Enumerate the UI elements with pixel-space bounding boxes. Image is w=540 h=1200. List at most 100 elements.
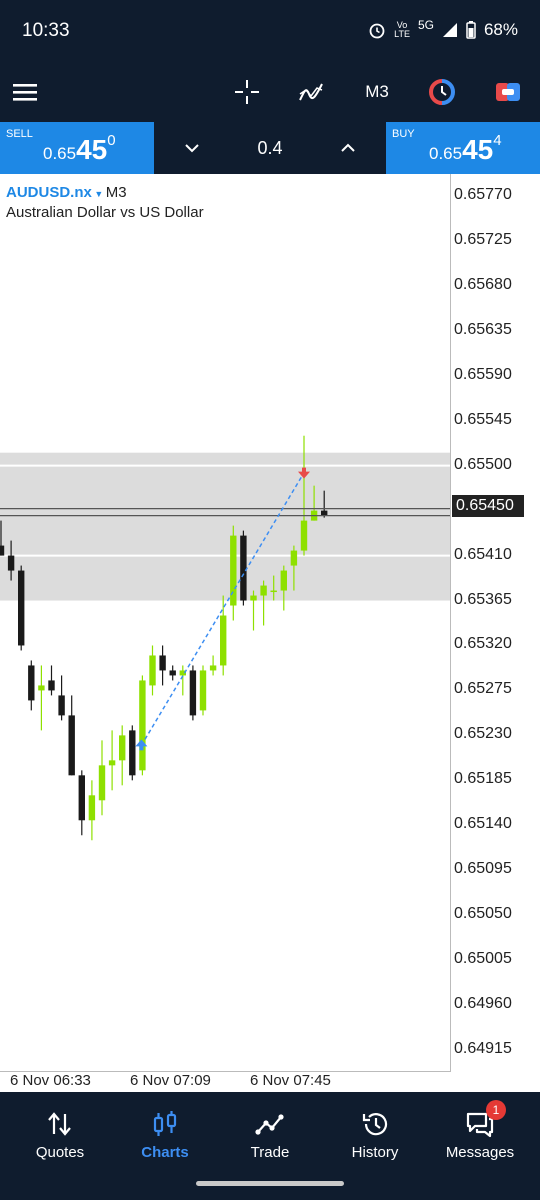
price-chart[interactable]: AUDUSD.nx ▼ M3 Australian Dollar vs US D… <box>0 174 540 1092</box>
candle <box>139 675 146 776</box>
nav-messages[interactable]: 1 Messages <box>428 1092 532 1172</box>
candle-body <box>78 775 85 821</box>
buy-price: 0.65454 <box>429 132 502 166</box>
candle <box>209 655 217 676</box>
network-type: 5G <box>417 18 434 32</box>
status-icons: Vo LTE 5G 68% <box>368 18 518 40</box>
price-tick-label: 0.65500 <box>454 455 512 473</box>
nav-label: History <box>351 1144 399 1161</box>
one-click-trade-panel: SELL 0.65450 0.4 BUY 0.65454 <box>0 122 540 174</box>
sell-price: 0.65450 <box>43 132 116 166</box>
candle <box>129 725 136 781</box>
candle-body <box>159 655 166 671</box>
candle-body <box>58 695 65 716</box>
candle-body <box>129 730 136 776</box>
battery-icon <box>466 21 476 39</box>
candle <box>88 780 96 841</box>
one-click-trading-icon <box>429 79 455 105</box>
sell-price-fraction: 0 <box>107 132 116 149</box>
quotes-icon <box>48 1112 71 1136</box>
candle-body <box>290 550 298 566</box>
buy-price-pips: 45 <box>462 134 494 165</box>
volte-icon: Vo LTE <box>394 20 410 39</box>
candle <box>98 740 106 816</box>
dropdown-arrow-icon: ▼ <box>91 189 106 199</box>
one-click-trading-button[interactable] <box>424 62 460 122</box>
price-tick-label: 0.65095 <box>454 860 512 878</box>
candle-body <box>250 595 257 601</box>
nav-trade[interactable]: Trade <box>218 1092 322 1172</box>
crosshair-button[interactable] <box>228 62 266 122</box>
status-bar: 10:33 Vo LTE 5G 68% <box>0 0 540 62</box>
candle <box>58 675 65 721</box>
candle-body <box>189 670 197 716</box>
nav-history[interactable]: History <box>323 1092 427 1172</box>
candle <box>38 665 45 731</box>
signal-icon <box>442 23 457 37</box>
candle <box>169 665 176 681</box>
candle <box>240 530 247 606</box>
candle-body <box>300 520 308 551</box>
candle-body <box>18 570 25 646</box>
time-tick-label: 6 Nov 07:45 <box>250 1072 331 1089</box>
buy-price-fraction: 4 <box>493 132 502 149</box>
indicators-button[interactable] <box>292 62 330 122</box>
price-tick-label: 0.65725 <box>454 230 512 248</box>
current-price-label: 0.65450 <box>452 495 524 517</box>
symbol-timeframe: M3 <box>105 184 127 201</box>
candle <box>220 595 227 676</box>
nav-label: Trade <box>250 1144 290 1161</box>
candle <box>78 770 85 836</box>
history-icon <box>362 1113 388 1136</box>
candle <box>179 665 186 696</box>
chart-toolbar: M3 <box>0 62 540 122</box>
candle <box>189 665 197 721</box>
nav-quotes[interactable]: Quotes <box>8 1092 112 1172</box>
nav-label: Quotes <box>35 1144 85 1161</box>
timeframe-button[interactable]: M3 <box>356 62 398 122</box>
menu-button[interactable] <box>8 62 42 122</box>
candle <box>250 590 257 631</box>
candle-body <box>270 590 277 593</box>
candle-body <box>321 510 328 516</box>
candle-body <box>139 680 146 771</box>
price-tick-label: 0.65590 <box>454 365 512 383</box>
indicator-icon <box>299 83 323 101</box>
candle-body <box>88 795 96 821</box>
charts-icon <box>153 1111 177 1136</box>
symbol-name[interactable]: AUDUSD.nx <box>6 184 92 201</box>
new-order-button[interactable] <box>490 62 526 122</box>
sell-price-pips: 45 <box>76 134 108 165</box>
price-tick-label: 0.65005 <box>454 950 512 968</box>
candle <box>108 730 116 791</box>
gesture-handle[interactable] <box>196 1181 344 1186</box>
nav-charts[interactable]: Charts <box>113 1092 217 1172</box>
price-tick-label: 0.64915 <box>454 1040 512 1058</box>
buy-button[interactable]: BUY 0.65454 <box>386 122 540 174</box>
candle-body <box>28 665 35 701</box>
buy-price-prefix: 0.65 <box>429 144 463 163</box>
status-time: 10:33 <box>22 20 70 41</box>
candle-body <box>108 760 116 766</box>
candle-body <box>0 545 5 556</box>
candle <box>260 580 267 626</box>
candle <box>199 665 207 716</box>
time-tick-label: 6 Nov 07:09 <box>130 1072 211 1089</box>
candle-body <box>209 665 217 671</box>
volume-increase-button[interactable] <box>336 136 360 160</box>
hamburger-menu-icon <box>13 84 37 101</box>
candle-body <box>38 685 45 691</box>
candle <box>280 565 287 611</box>
new-order-icon <box>496 83 520 101</box>
price-zone <box>0 452 450 601</box>
candle-body <box>7 555 15 571</box>
candle-body <box>240 535 247 601</box>
price-tick-label: 0.65770 <box>454 185 512 203</box>
price-tick-label: 0.65320 <box>454 635 512 653</box>
volume-control: 0.4 <box>156 122 384 174</box>
sell-button[interactable]: SELL 0.65450 <box>0 122 154 174</box>
candle-body <box>220 615 227 666</box>
price-tick-label: 0.65050 <box>454 905 512 923</box>
candle-body <box>260 585 267 596</box>
candle <box>119 725 126 786</box>
